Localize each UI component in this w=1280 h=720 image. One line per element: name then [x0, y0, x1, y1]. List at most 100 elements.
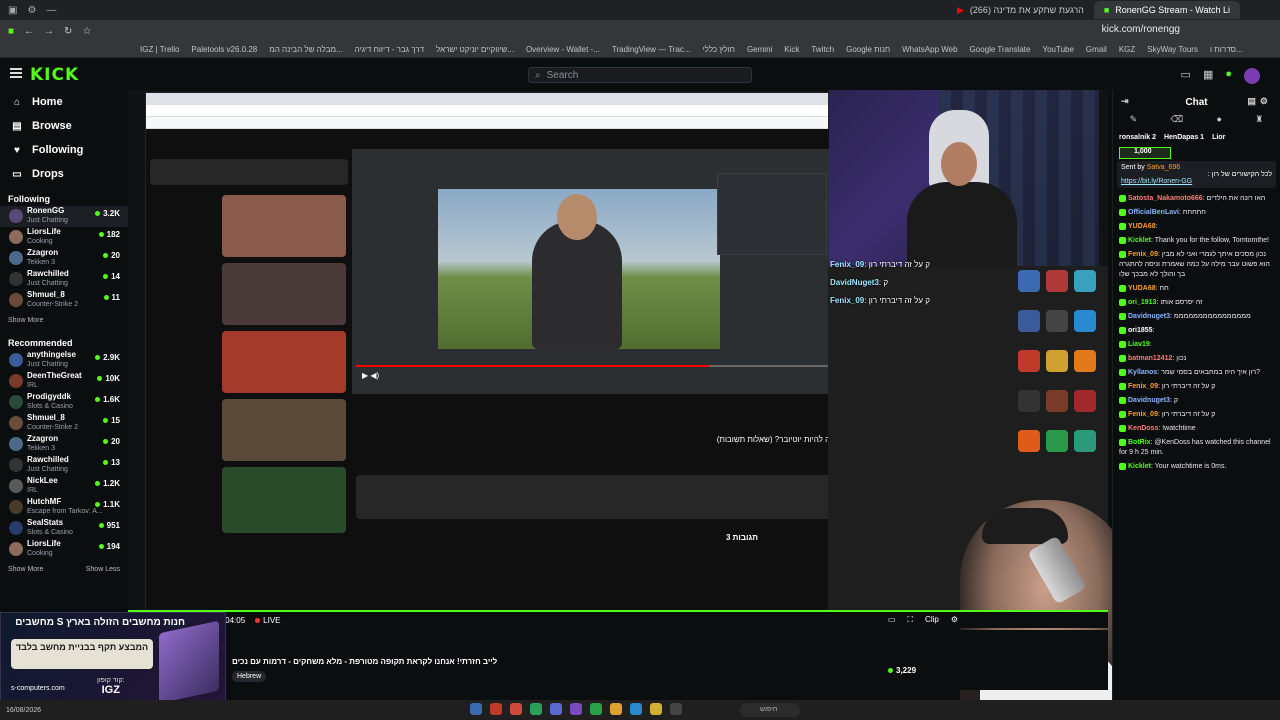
chat-username[interactable]: YUDA68 — [1128, 285, 1156, 292]
bookmark-item[interactable]: Google חנות — [846, 45, 890, 54]
collapse-chat-icon[interactable]: ⇥ — [1121, 96, 1129, 107]
channel-item[interactable]: LiorsLife Cooking 194 — [0, 539, 128, 560]
channel-item[interactable]: NickLee IRL 1.2K — [0, 476, 128, 497]
pinned-link[interactable]: https://bit.ly/Ronen-GG — [1121, 178, 1272, 185]
chat-username[interactable]: Davidnuget3 — [1128, 397, 1170, 404]
bookmark-item[interactable]: TradingView — Trac... — [612, 45, 691, 54]
channel-item[interactable]: LiorsLife Cooking 182 — [0, 227, 128, 248]
notification-icon[interactable]: ▭ — [1181, 68, 1191, 84]
channel-item[interactable]: Shmuel_8 Counter-Strike 2 15 — [0, 413, 128, 434]
chat-username[interactable]: OfficialBenLavi — [1128, 209, 1179, 216]
chat-username[interactable]: KenDoss — [1128, 425, 1158, 432]
channel-item[interactable]: Zzagron Tekken 3 20 — [0, 248, 128, 269]
chat-username[interactable]: ori1855 — [1128, 327, 1153, 334]
bookmark-item[interactable]: Gmail — [1086, 45, 1107, 54]
browser-tab[interactable]: ▶ הרגעת שתקע את מדינה (266) — [947, 1, 1094, 19]
chat-username[interactable]: BotRix — [1128, 439, 1151, 446]
bookmark-item[interactable]: Twitch — [811, 45, 834, 54]
channel-item[interactable]: RonenGG Just Chatting 3.2K — [0, 206, 128, 227]
video-player[interactable]: ▶ ◀) איך זה להיות יוטיובר? (שאלות תשובות… — [128, 90, 1108, 610]
url-field[interactable]: kick.com/ronengg — [1102, 24, 1180, 35]
language-tag[interactable]: Hebrew — [232, 671, 267, 682]
star-icon[interactable]: ☆ — [82, 26, 91, 37]
taskbar-app-icon[interactable] — [470, 703, 482, 715]
sidebar-nav-browse[interactable]: ▤ Browse — [0, 114, 128, 138]
taskbar-app-icon[interactable] — [650, 703, 662, 715]
settings-icon[interactable]: ⚙ — [951, 615, 958, 625]
bookmark-item[interactable]: Gemini — [747, 45, 772, 54]
menu-icon[interactable] — [10, 68, 22, 78]
taskbar-search[interactable]: חיפוש — [740, 703, 800, 717]
kick-coin-icon[interactable]: ● — [1225, 68, 1232, 84]
kick-logo[interactable]: KICK — [30, 65, 79, 85]
minimize-icon[interactable]: — — [46, 5, 56, 16]
bookmark-item[interactable]: IGZ | Trello — [140, 45, 179, 54]
reload-icon[interactable]: ↻ — [64, 26, 72, 37]
bookmark-item[interactable]: סדרות ו... — [1210, 45, 1243, 54]
bookmark-item[interactable]: דרך גבר - דיווח דיגיה — [355, 45, 424, 54]
bookmark-item[interactable]: SkyWay Tours — [1147, 45, 1198, 54]
chat-username[interactable]: Satosta_Nakamoto666 — [1128, 195, 1203, 202]
sidebar-nav-drops[interactable]: ▭ Drops — [0, 162, 128, 186]
chat-username[interactable]: Davidnuget3 — [1128, 313, 1170, 320]
taskbar-app-icon[interactable] — [510, 703, 522, 715]
menu-icon[interactable]: ▣ — [8, 5, 17, 16]
channel-item[interactable]: Zzagron Tekken 3 20 — [0, 434, 128, 455]
trophy-icon[interactable]: ♜ — [1255, 114, 1263, 130]
taskbar-app-icon[interactable] — [490, 703, 502, 715]
trash-icon[interactable]: ⌫ — [1170, 114, 1183, 130]
show-less-button[interactable]: Show Less — [86, 566, 120, 573]
taskbar-app-icon[interactable] — [670, 703, 682, 715]
browser-tab-active[interactable]: ■ RonenGG Stream - Watch Li — [1093, 1, 1240, 19]
taskbar-app-icon[interactable] — [590, 703, 602, 715]
chat-bubble-icon[interactable]: ● — [1217, 114, 1222, 130]
back-icon[interactable]: ← — [24, 26, 34, 37]
taskbar-app-icon[interactable] — [550, 703, 562, 715]
wallet-icon[interactable]: ▦ — [1203, 68, 1213, 84]
sidebar-nav-home[interactable]: ⌂ Home — [0, 90, 128, 114]
window-controls[interactable]: ▣ ⚙ — — [0, 5, 56, 16]
bookmark-item[interactable]: Paletools v26.0.28 — [191, 45, 257, 54]
bookmark-item[interactable]: חולץ כללי — [703, 45, 735, 54]
chat-settings-icon[interactable]: ▤⚙ — [1247, 96, 1272, 107]
clip-button[interactable]: Clip — [925, 615, 939, 625]
chat-username[interactable]: batman12412 — [1128, 355, 1172, 362]
bookmark-item[interactable]: Kick — [784, 45, 799, 54]
channel-item[interactable]: Shmuel_8 Counter-Strike 2 11 — [0, 290, 128, 311]
show-more-button[interactable]: Show More — [8, 566, 43, 573]
show-more-following[interactable]: Show More — [0, 311, 128, 330]
channel-item[interactable]: Rawchilled Just Chatting 14 — [0, 269, 128, 290]
settings-icon[interactable]: ⚙ — [27, 5, 36, 16]
bookmark-item[interactable]: Overview - Wallet -... — [526, 45, 600, 54]
taskbar-app-icon[interactable] — [610, 703, 622, 715]
chat-username[interactable]: Fenix_09 — [1128, 383, 1158, 390]
top-gifter[interactable]: HenDapas 1 — [1164, 134, 1204, 141]
taskbar-app-icon[interactable] — [630, 703, 642, 715]
bookmark-item[interactable]: מבלה של הבינה המ... — [269, 45, 342, 54]
chat-username[interactable]: YUDA68 — [1128, 223, 1156, 230]
chat-username[interactable]: Kicklet — [1128, 237, 1151, 244]
chat-username[interactable]: Kicklet — [1128, 463, 1151, 470]
channel-item[interactable]: Rawchilled Just Chatting 13 — [0, 455, 128, 476]
bookmark-item[interactable]: KGZ — [1119, 45, 1135, 54]
top-gifter[interactable]: Lior — [1212, 134, 1225, 141]
bookmark-item[interactable]: שיווקיים יוניקט ישראל... — [436, 45, 514, 54]
channel-item[interactable]: HutchMF Escape from Tarkov: A... 1.1K — [0, 497, 128, 518]
chat-username[interactable]: Fenix_09 — [1128, 411, 1158, 418]
chat-username[interactable]: Liav19 — [1128, 341, 1150, 348]
theater-icon[interactable]: ▭ — [888, 615, 896, 625]
forward-icon[interactable]: → — [44, 26, 54, 37]
bookmark-item[interactable]: YouTube — [1042, 45, 1073, 54]
sidebar-nav-following[interactable]: ♥ Following — [0, 138, 128, 162]
search-input[interactable]: ⌕ Search — [528, 67, 752, 83]
fullscreen-icon[interactable]: ⛶ — [907, 615, 913, 625]
top-gifter[interactable]: ronsalnik 2 — [1119, 134, 1156, 141]
user-avatar[interactable] — [1244, 68, 1260, 84]
bookmark-item[interactable]: WhatsApp Web — [902, 45, 957, 54]
taskbar-app-icon[interactable] — [570, 703, 582, 715]
bookmark-item[interactable]: Google Translate — [970, 45, 1031, 54]
chat-username[interactable]: ori_1913 — [1128, 299, 1156, 306]
channel-item[interactable]: Prodigyddk Slots & Casino 1.6K — [0, 392, 128, 413]
channel-item[interactable]: anythingelse Just Chatting 2.9K — [0, 350, 128, 371]
chat-username[interactable]: Kyllanos — [1128, 369, 1157, 376]
